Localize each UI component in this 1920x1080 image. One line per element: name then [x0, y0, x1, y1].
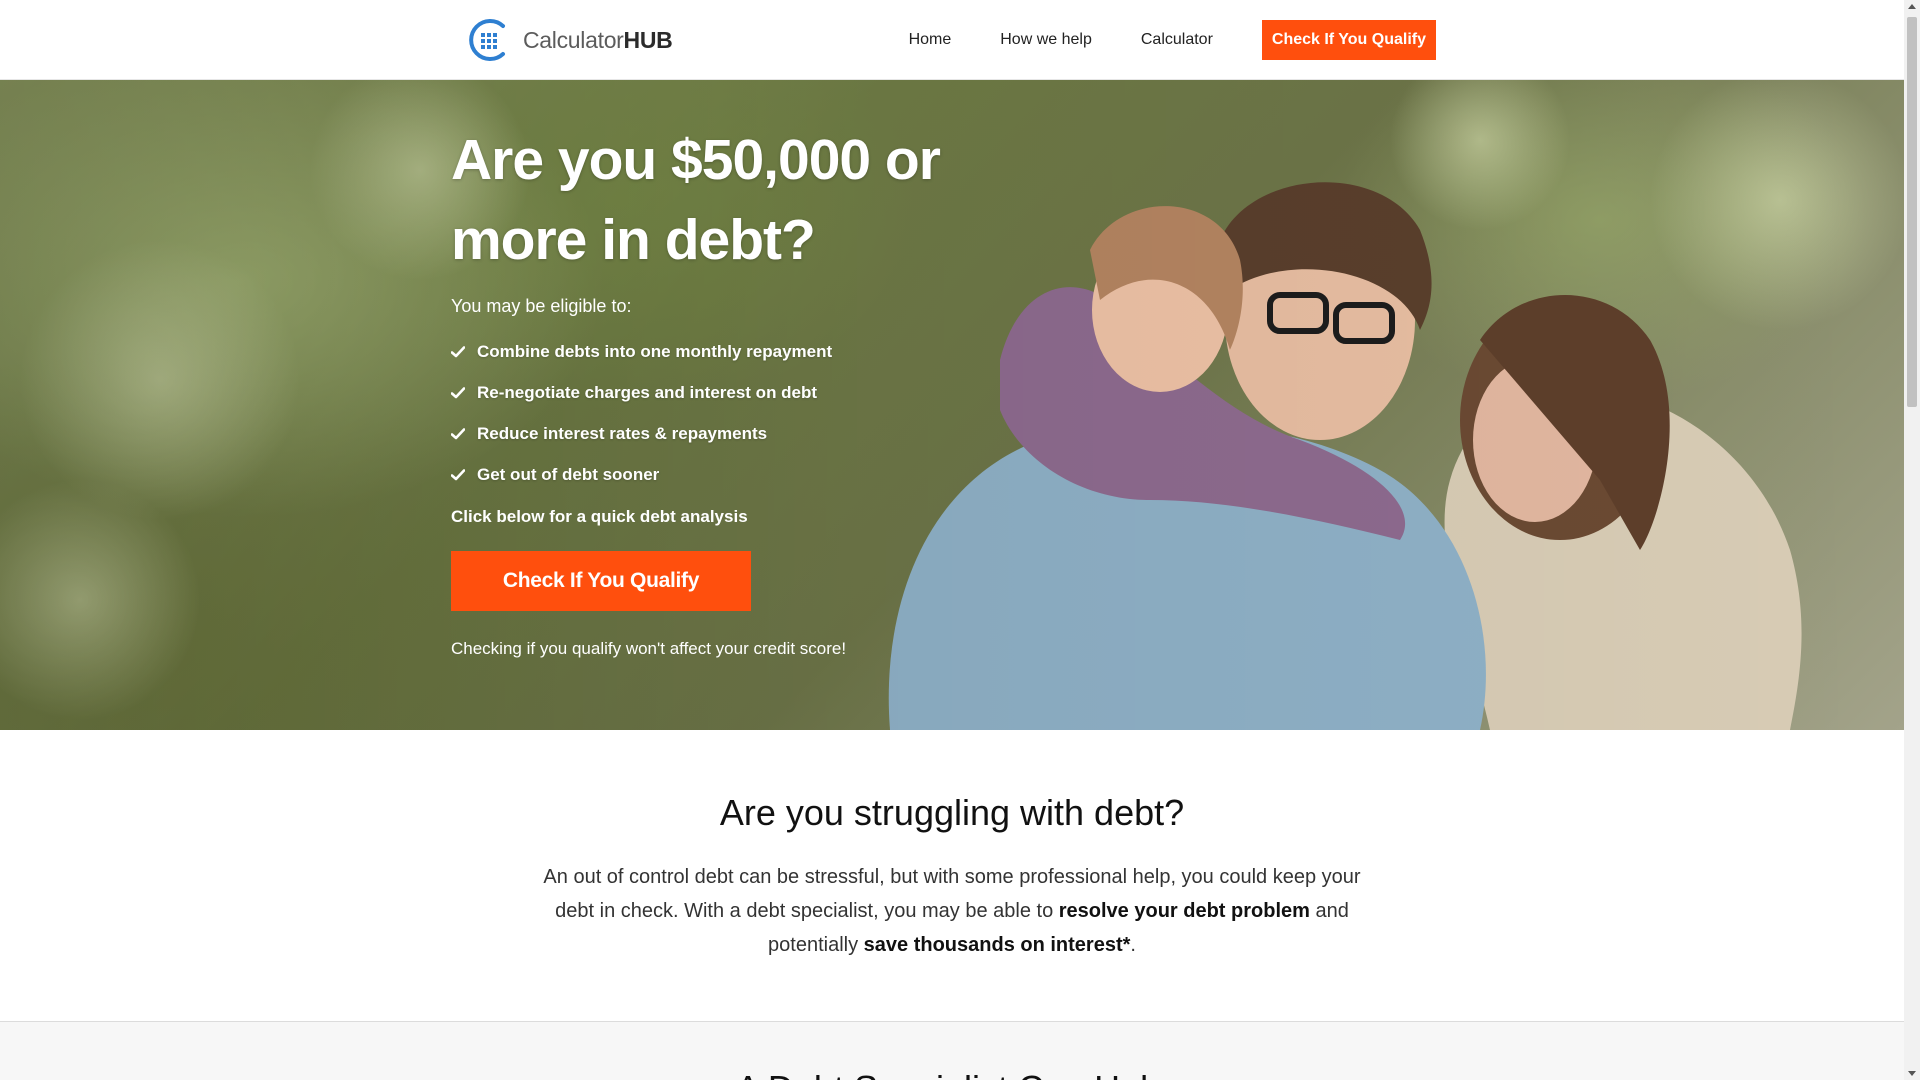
benefits-list: Combine debts into one monthly repayment…	[451, 331, 991, 495]
benefit-item: Reduce interest rates & repayments	[451, 413, 991, 454]
logo[interactable]: CalculatorHUB	[465, 16, 673, 64]
nav-calculator[interactable]: Calculator	[1141, 31, 1213, 49]
benefit-text: Get out of debt sooner	[477, 464, 660, 484]
hero-subtitle: You may be eligible to:	[451, 296, 632, 316]
specialist-section: A Debt Specialist Can Help	[0, 1022, 1904, 1080]
struggle-title: Are you struggling with debt?	[719, 792, 1185, 833]
scroll-up-arrow-icon[interactable]	[1908, 4, 1916, 9]
page-scrollbar[interactable]	[1904, 0, 1920, 1080]
logo-text-bold: HUB	[623, 26, 673, 53]
logo-text-regular: Calculator	[523, 26, 624, 53]
benefit-text: Combine debts into one monthly repayment	[477, 341, 833, 361]
struggle-bold-1: resolve your debt problem	[1058, 900, 1310, 922]
check-icon	[451, 468, 465, 480]
benefit-item: Get out of debt sooner	[451, 454, 991, 495]
benefit-item: Re-negotiate charges and interest on deb…	[451, 372, 991, 413]
hero-check-qualify-button[interactable]: Check If You Qualify	[451, 551, 751, 611]
hero-content: Are you $50,000 or more in debt? You may…	[451, 80, 991, 659]
hero-credit-note: Checking if you qualify won't affect you…	[451, 639, 847, 658]
calculator-logo-icon	[469, 19, 505, 61]
hero-title: Are you $50,000 or more in debt?	[451, 128, 941, 272]
hero-cta-intro: Click below for a quick debt analysis	[451, 507, 748, 526]
site-header: CalculatorHUB Home How we help Calculato…	[0, 0, 1904, 80]
logo-text: CalculatorHUB	[523, 26, 673, 54]
scroll-down-arrow-icon[interactable]	[1908, 1071, 1916, 1076]
specialist-title: A Debt Specialist Can Help	[0, 1068, 1904, 1080]
benefit-item: Combine debts into one monthly repayment	[451, 331, 991, 372]
struggle-section: Are you struggling with debt? An out of …	[0, 730, 1904, 1022]
nav-how-we-help[interactable]: How we help	[1000, 31, 1092, 49]
hero-section: Are you $50,000 or more in debt? You may…	[0, 80, 1904, 730]
header-check-qualify-button[interactable]: Check If You Qualify	[1261, 20, 1436, 60]
check-icon	[451, 386, 465, 398]
benefit-text: Reduce interest rates & repayments	[477, 423, 768, 443]
check-icon	[451, 427, 465, 439]
struggle-bold-2: save thousands on interest*	[863, 934, 1131, 956]
struggle-text: An out of control debt can be stressful,…	[542, 860, 1362, 962]
struggle-text-part-3: .	[1130, 934, 1136, 956]
nav-home[interactable]: Home	[909, 31, 952, 49]
main-nav: Home How we help Calculator Check If You…	[909, 20, 1436, 60]
benefit-text: Re-negotiate charges and interest on deb…	[477, 382, 818, 402]
check-icon	[451, 345, 465, 357]
scroll-thumb[interactable]	[1907, 17, 1917, 407]
